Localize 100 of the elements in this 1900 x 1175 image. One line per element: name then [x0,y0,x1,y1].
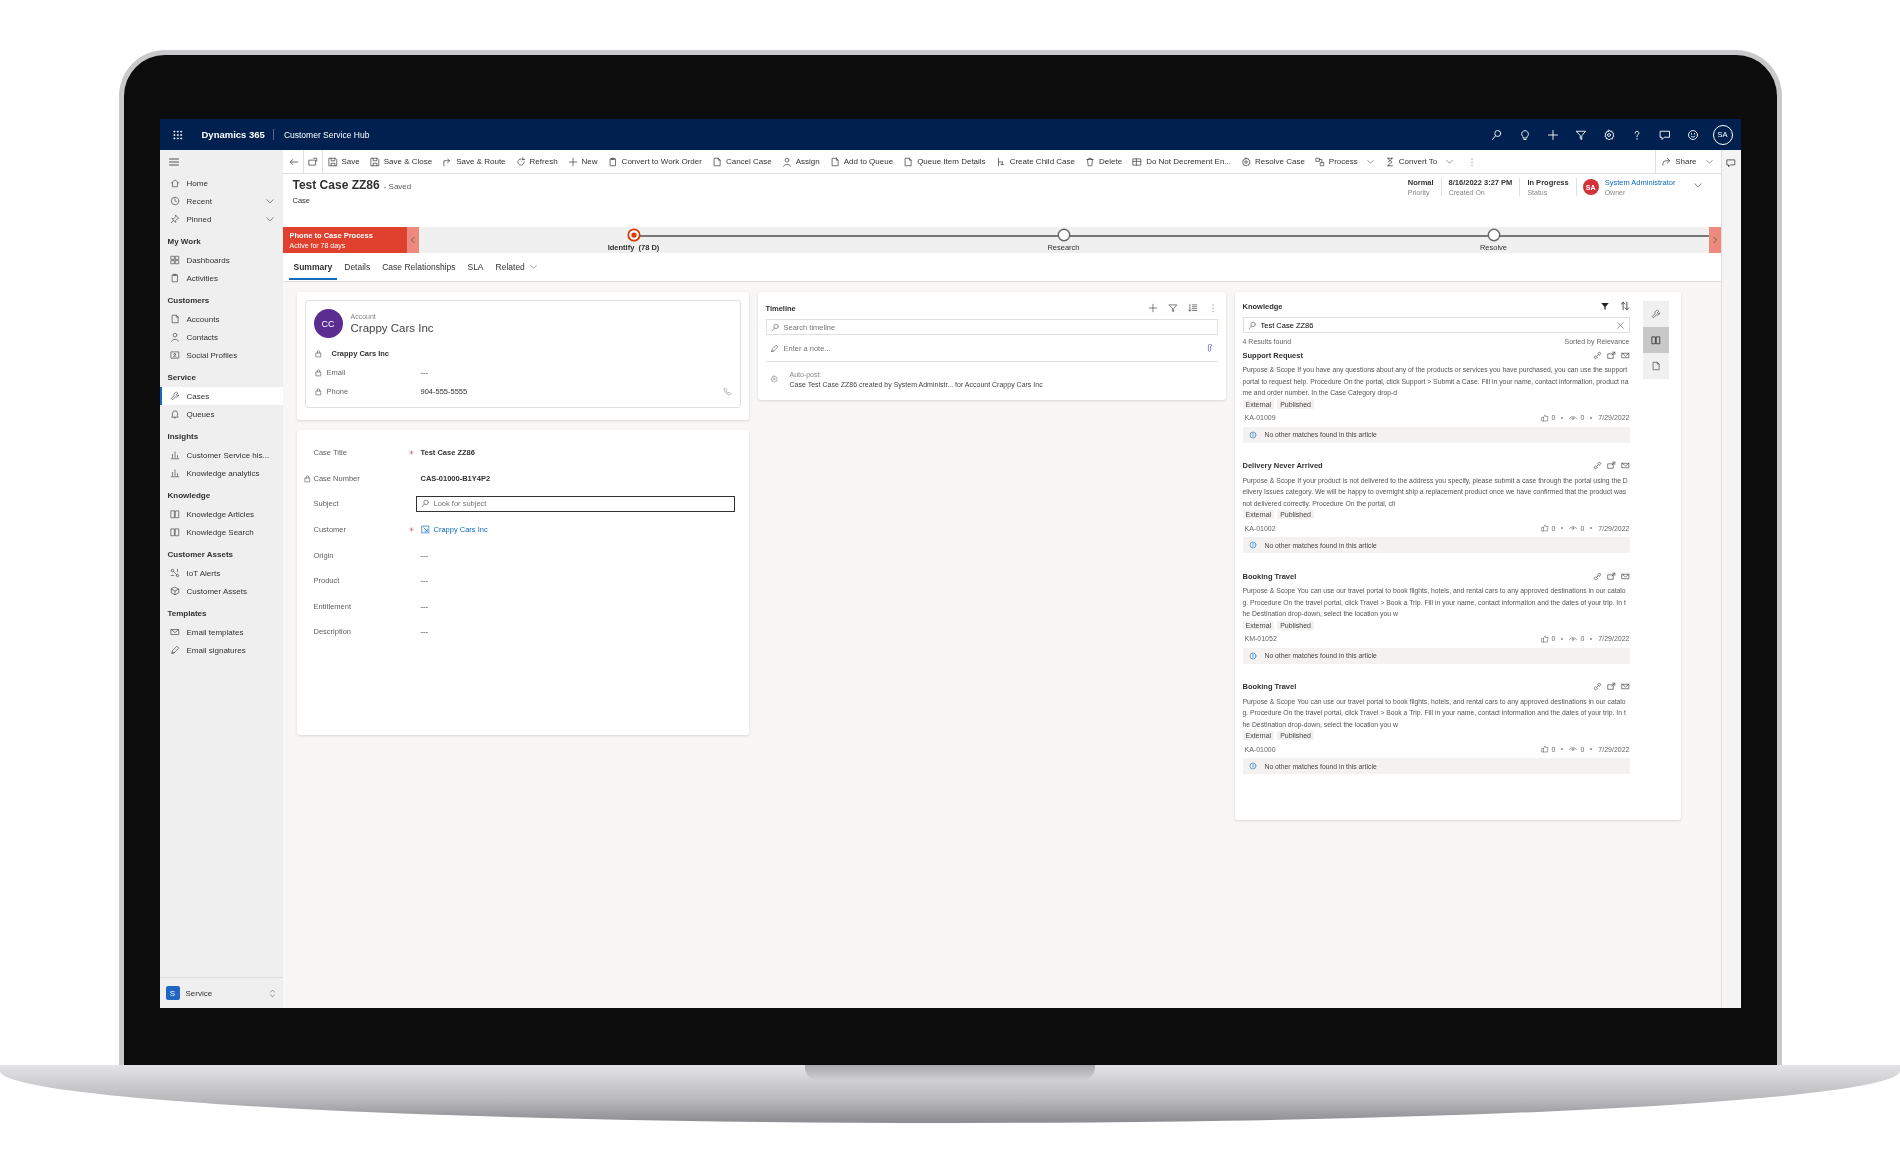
menu-icon[interactable] [167,156,180,168]
tab[interactable]: Details [339,254,376,280]
filter-icon[interactable] [1574,128,1587,141]
info-icon [1248,762,1257,770]
command-button[interactable]: Convert To [1379,150,1460,173]
nav-item[interactable]: Knowledge analytics [159,464,283,482]
mail-icon[interactable] [1620,461,1630,470]
nav-item[interactable]: IoT Alerts [159,564,283,582]
command-button[interactable]: Refresh [510,150,563,173]
brand-name: Dynamics 365 [193,129,274,140]
nav-item[interactable]: Pinned [159,210,283,228]
nav-item[interactable]: Social Profiles [159,346,283,364]
nav-item[interactable]: Activities [159,269,283,287]
chevron-left-icon [408,236,417,244]
arrow-left-icon[interactable] [288,156,299,167]
lightbulb-icon[interactable] [1518,128,1531,141]
filter-icon[interactable] [1599,301,1610,311]
nav-item[interactable]: Email signatures [159,641,283,659]
waffle-icon[interactable] [171,128,184,141]
sort-icon[interactable] [1619,301,1630,311]
area-switcher[interactable]: S Service [159,977,283,1008]
popout-icon[interactable] [1606,350,1616,360]
thumb-up-icon [1540,524,1549,532]
route-icon [442,156,453,167]
side-pane-tab[interactable] [1642,327,1669,353]
popout-icon[interactable] [1606,682,1616,691]
wrench-icon [1650,309,1661,319]
popout-icon[interactable] [1606,461,1616,470]
gear-icon [769,375,778,383]
link-icon[interactable] [1592,682,1602,691]
nav-item[interactable]: Customer Service his... [159,446,283,464]
settings-icon[interactable] [1602,128,1615,141]
eye-icon [1569,745,1578,753]
chat-icon[interactable] [1658,128,1671,141]
tab[interactable]: SLA [462,254,489,280]
wrench-icon [169,391,180,401]
clipboard-icon [607,156,618,167]
command-button[interactable]: Save [322,150,365,173]
nav-item[interactable]: Customer Assets [159,582,283,600]
person-icon [781,156,792,167]
tab[interactable]: Summary [288,254,338,280]
document-icon [903,156,914,167]
search-icon[interactable] [1490,128,1503,141]
nav-item[interactable]: Knowledge Search [159,523,283,541]
tab[interactable]: Related [490,254,543,280]
thumb-up-icon [1540,634,1549,643]
command-button[interactable]: Create Child Case [990,150,1080,173]
command-button[interactable]: Queue Item Details [898,150,991,173]
list-sort-icon[interactable] [1187,303,1198,313]
link-icon[interactable] [1592,571,1602,581]
dashboard-icon [169,255,180,265]
command-button[interactable]: Resolve Case [1236,150,1310,173]
link-icon[interactable] [1592,350,1602,360]
mail-icon[interactable] [1620,571,1630,581]
smiley-icon[interactable] [1686,128,1699,141]
window-icon[interactable] [307,156,318,167]
nav-item[interactable]: Home [159,174,283,192]
command-button[interactable]: Process [1309,150,1380,173]
id-card-icon [169,350,180,360]
chevron-down-icon[interactable] [1692,180,1703,190]
side-pane-tab[interactable] [1642,353,1669,379]
share-button[interactable]: Share [1656,150,1719,173]
nav-item[interactable]: Queues [159,405,283,423]
command-button[interactable]: Delete [1080,150,1128,173]
nav-section-title: My Work [166,236,202,248]
stage-marker[interactable] [1486,228,1501,242]
chevron-right-icon [1710,236,1719,244]
share-icon [1661,156,1672,167]
command-button[interactable]: Convert to Work Order [602,150,707,173]
hourglass-icon [1384,156,1395,167]
stage-marker[interactable] [626,228,641,242]
close-icon[interactable] [1615,320,1625,330]
nav-item[interactable]: Contacts [159,328,283,346]
nav-item[interactable]: Recent [159,192,283,210]
link-icon[interactable] [1592,461,1602,470]
next-stage-button[interactable] [1708,227,1721,253]
command-button[interactable]: Save & Close [364,150,438,173]
plus-icon [567,156,578,167]
nav-item[interactable]: Dashboards [159,251,283,269]
book-icon [169,527,180,537]
popout-icon[interactable] [1606,571,1616,581]
process-icon [1314,156,1325,167]
stage-marker[interactable] [1056,228,1071,242]
command-button[interactable]: Do Not Decrement En... [1127,150,1237,173]
command-button[interactable]: Assign [776,150,825,173]
nav-item[interactable]: Knowledge Articles [159,505,283,523]
command-button[interactable]: Cancel Case [706,150,777,173]
mail-icon[interactable] [1620,682,1630,691]
tab[interactable]: Case Relationships [377,254,461,280]
nav-item[interactable]: Cases [159,387,283,405]
command-button[interactable]: Save & Route [437,150,511,173]
command-button[interactable]: Add to Queue [824,150,899,173]
nav-item[interactable]: Accounts [159,310,283,328]
clock-icon [169,196,180,206]
nav-item[interactable]: Email templates [159,623,283,641]
book-icon [169,509,180,519]
info-icon [1248,651,1257,660]
mail-icon[interactable] [1620,350,1630,360]
thumb-up-icon [1540,413,1549,422]
command-button[interactable]: New [562,150,603,173]
